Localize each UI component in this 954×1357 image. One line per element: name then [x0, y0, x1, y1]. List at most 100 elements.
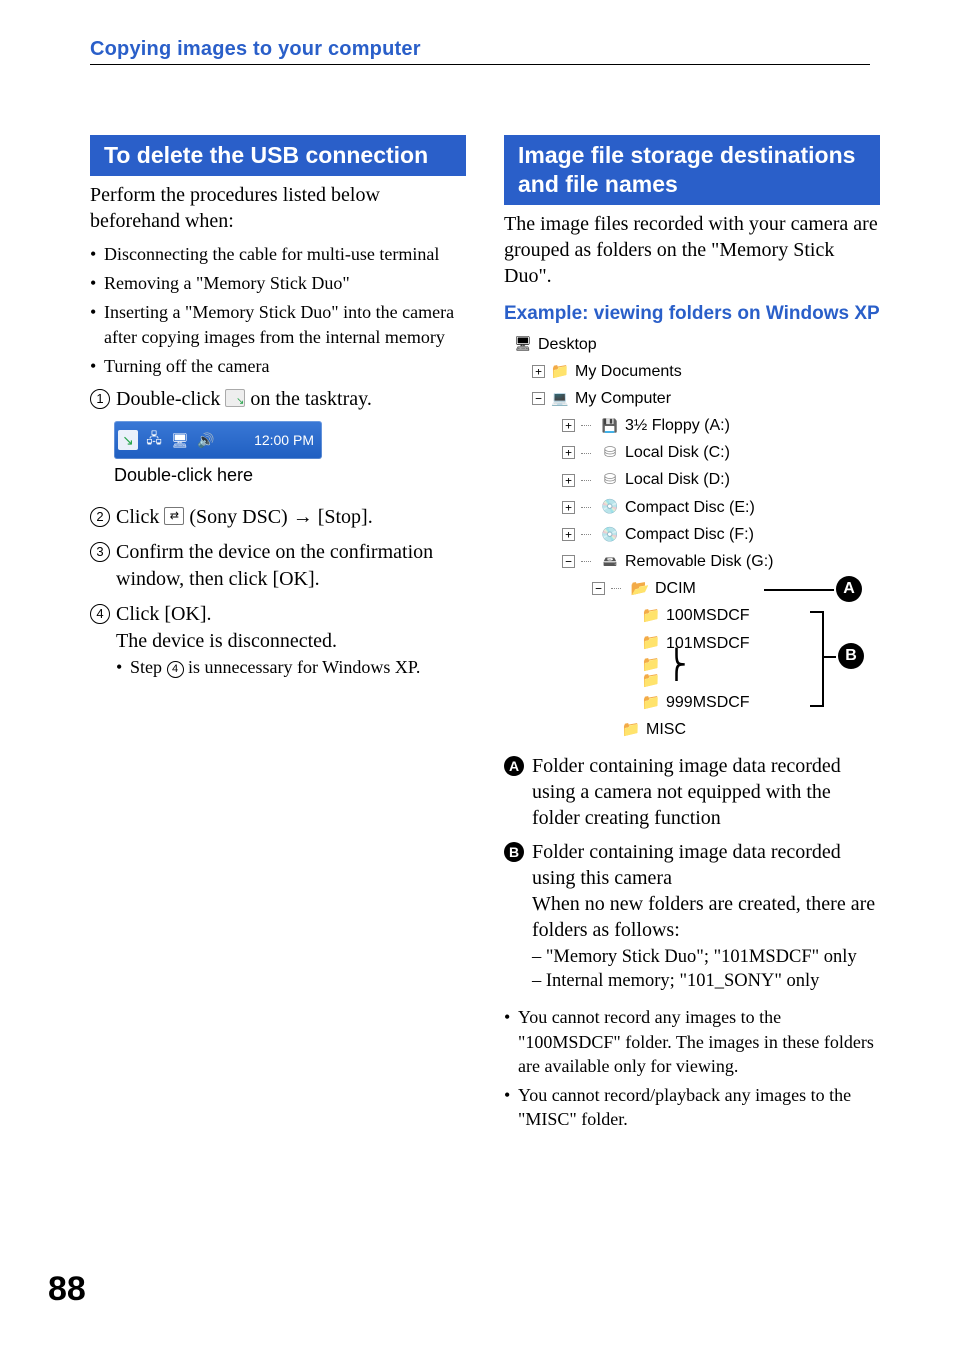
- tray-network-icon: 🖧: [144, 430, 164, 450]
- def-letter-a: A: [504, 756, 524, 776]
- section-head-storage: Image file storage destinations and file…: [504, 135, 880, 205]
- step-4-line2: The device is disconnected.: [116, 628, 466, 655]
- arrow-icon: →: [293, 506, 313, 528]
- header-rule: [90, 64, 870, 65]
- callout-line-b: [822, 656, 836, 658]
- expander-icon: +: [532, 365, 545, 378]
- tree-connector: [581, 494, 595, 521]
- step-3-body: Confirm the device on the confirmation w…: [116, 539, 466, 593]
- def-b-sublist: "Memory Stick Duo"; "101MSDCF" only Inte…: [532, 945, 880, 993]
- tree-f: + Compact Disc (F:): [514, 521, 880, 548]
- tree-label: Removable Disk (G:): [625, 548, 773, 575]
- tray-volume-icon: 🔊: [196, 430, 216, 450]
- def-b: B Folder containing image data recorded …: [504, 839, 880, 997]
- when-item: Turning off the camera: [90, 354, 466, 378]
- floppy-icon: [601, 418, 619, 434]
- running-head: Copying images to your computer: [90, 38, 421, 61]
- step-2: 2 Click (Sony DSC) → [Stop].: [90, 504, 466, 531]
- tree-label: Local Disk (C:): [625, 439, 730, 466]
- tree-d: + Local Disk (D:): [514, 466, 880, 493]
- tree-label: 3½ Floppy (A:): [625, 412, 730, 439]
- step-2-mid: (Sony DSC): [184, 506, 292, 528]
- tree-mydocs: + My Documents: [514, 358, 880, 385]
- tasktray-caption: Double-click here: [114, 465, 466, 486]
- step-4-note-post: is unnecessary for Windows XP.: [184, 657, 421, 677]
- circled-4-inline: 4: [167, 661, 184, 678]
- callout-a: A: [836, 576, 862, 602]
- folder-icon: [642, 635, 660, 651]
- tree-label: 100MSDCF: [666, 602, 750, 629]
- callout-bracket-b: [810, 611, 824, 707]
- step-1: 1 Double-click on the tasktray.: [90, 386, 466, 413]
- tree-e: + Compact Disc (E:): [514, 494, 880, 521]
- step-number-3: 3: [90, 542, 110, 562]
- tree-connector: [581, 466, 595, 493]
- def-a: A Folder containing image data recorded …: [504, 753, 880, 831]
- tree-c: + Local Disk (C:): [514, 439, 880, 466]
- step-number-4: 4: [90, 604, 110, 624]
- folder-icon: [622, 722, 640, 738]
- folder-icon: [642, 694, 660, 710]
- step-1-body: Double-click on the tasktray.: [116, 386, 466, 413]
- tree-connector: [581, 412, 595, 439]
- tree-connector: [581, 521, 595, 548]
- folder-open-icon: [631, 581, 649, 597]
- folder-tree: Desktop + My Documents − My Computer +: [514, 331, 880, 744]
- when-item: Removing a "Memory Stick Duo": [90, 271, 466, 295]
- cd-icon: [601, 526, 619, 542]
- tree-connector: [611, 575, 625, 602]
- tree-label: MISC: [646, 716, 686, 743]
- eject-device-icon: [164, 507, 184, 525]
- callout-b: B: [838, 643, 864, 669]
- folder-icon: [642, 673, 660, 689]
- tree-ellipsis: ⎬: [514, 657, 880, 673]
- def-a-text: Folder containing image data recorded us…: [532, 753, 880, 831]
- tree-connector: [581, 439, 595, 466]
- tray-safe-remove-icon: ↘: [118, 430, 138, 450]
- tray-display-icon: 🖥: [170, 430, 190, 450]
- step-4-notes: Step 4 is unnecessary for Windows XP.: [116, 655, 466, 679]
- intro-text: Perform the procedures listed below befo…: [90, 182, 466, 234]
- safe-remove-icon: [225, 389, 245, 407]
- columns: To delete the USB connection Perform the…: [90, 135, 880, 1137]
- expander-icon: +: [562, 528, 575, 541]
- def-b-sub-item: Internal memory; "101_SONY" only: [532, 969, 880, 993]
- disk-icon: [601, 472, 619, 488]
- tree-g: − Removable Disk (G:): [514, 548, 880, 575]
- tree-misc: MISC: [514, 716, 880, 743]
- step-number-2: 2: [90, 507, 110, 527]
- right-column: Image file storage destinations and file…: [504, 135, 880, 1137]
- tree-label: Local Disk (D:): [625, 466, 730, 493]
- step-4-line1: Click [OK].: [116, 601, 466, 628]
- def-b-line1: Folder containing image data recorded us…: [532, 839, 880, 891]
- def-letter-b: B: [504, 842, 524, 862]
- tree-desktop: Desktop: [514, 331, 880, 358]
- tree-label: My Documents: [575, 358, 682, 385]
- when-item: Inserting a "Memory Stick Duo" into the …: [90, 300, 466, 349]
- brace-icon: ⎬: [666, 658, 687, 672]
- tail-bullet: You cannot record any images to the "100…: [504, 1005, 880, 1078]
- expander-icon: −: [562, 555, 575, 568]
- step-4-note: Step 4 is unnecessary for Windows XP.: [116, 655, 466, 679]
- expander-icon: −: [592, 582, 605, 595]
- storage-intro: The image files recorded with your camer…: [504, 211, 880, 289]
- expander-icon: +: [562, 446, 575, 459]
- folder-tree-figure: Desktop + My Documents − My Computer +: [514, 331, 880, 744]
- tree-101msdcf: 101MSDCF: [514, 630, 880, 657]
- step-2-post: [Stop].: [313, 506, 373, 528]
- folder-icon: [551, 363, 569, 379]
- step-number-1: 1: [90, 389, 110, 409]
- removable-disk-icon: [601, 554, 619, 570]
- tree-label: Compact Disc (E:): [625, 494, 755, 521]
- expander-icon: +: [562, 501, 575, 514]
- page: Copying images to your computer To delet…: [0, 0, 954, 1357]
- tree-label: 999MSDCF: [666, 689, 750, 716]
- step-3: 3 Confirm the device on the confirmation…: [90, 539, 466, 593]
- tree-label: DCIM: [655, 575, 696, 602]
- when-list: Disconnecting the cable for multi-use te…: [90, 242, 466, 378]
- step-4-body: Click [OK]. The device is disconnected. …: [116, 601, 466, 683]
- left-column: To delete the USB connection Perform the…: [90, 135, 466, 1137]
- tree-label: Compact Disc (F:): [625, 521, 754, 548]
- tree-label: My Computer: [575, 385, 671, 412]
- folder-icon: [642, 608, 660, 624]
